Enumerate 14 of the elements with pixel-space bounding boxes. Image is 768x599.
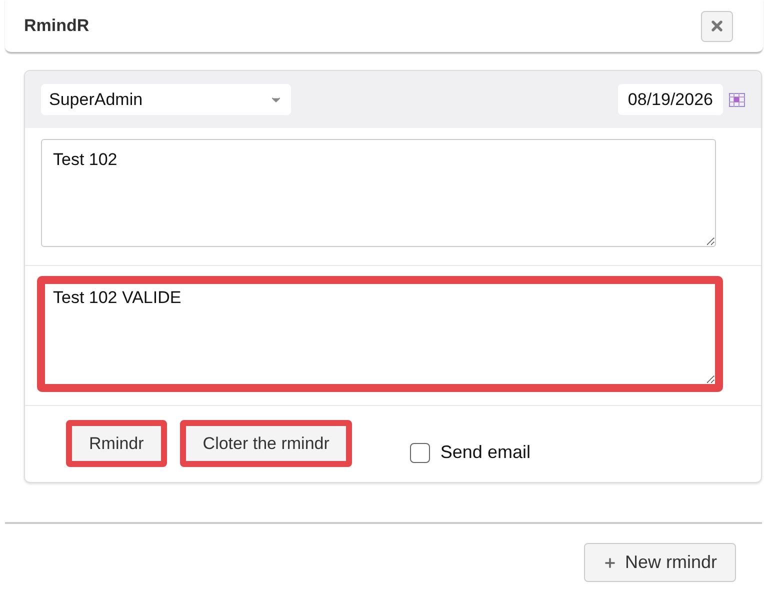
assignee-select[interactable]: SuperAdmin <box>41 84 291 115</box>
close-reminder-button[interactable]: Cloter the rmindr <box>180 420 352 467</box>
note-field[interactable]: Test 102 VALIDE <box>37 276 723 392</box>
rmindr-button[interactable]: Rmindr <box>66 420 167 467</box>
plus-icon <box>602 556 617 570</box>
date-field[interactable]: 08/19/2026 <box>618 84 723 115</box>
calendar-icon[interactable] <box>729 92 745 106</box>
close-icon <box>709 18 725 34</box>
note-field[interactable]: Test 102 <box>41 139 716 247</box>
new-rmindr-button[interactable]: New rmindr <box>584 543 736 582</box>
send-email-checkbox[interactable] <box>410 442 430 462</box>
close-button[interactable] <box>701 10 733 42</box>
dialog-title: RmindR <box>24 16 90 36</box>
send-email-label: Send email <box>440 442 530 463</box>
